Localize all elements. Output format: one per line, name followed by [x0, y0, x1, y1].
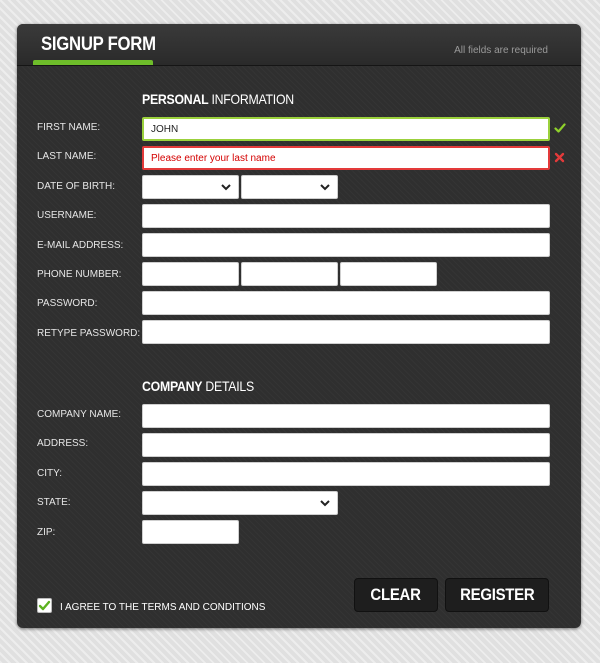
chevron-down-icon — [320, 500, 330, 507]
form-header: SIGNUP FORM All fields are required — [17, 24, 581, 66]
address-label: ADDRESS: — [37, 438, 89, 449]
personal-title-light: INFORMATION — [211, 91, 295, 107]
username-label: USERNAME: — [37, 210, 97, 221]
last-name-label: LAST NAME: — [37, 151, 97, 162]
phone-area-input[interactable] — [142, 262, 239, 286]
city-input[interactable] — [142, 462, 550, 486]
dob-month-select[interactable] — [142, 175, 239, 199]
check-icon — [554, 123, 566, 133]
retype-password-label: RETYPE PASSWORD: — [37, 328, 141, 339]
retype-password-input[interactable] — [142, 320, 550, 344]
phone-prefix-input[interactable] — [241, 262, 338, 286]
state-select[interactable] — [142, 491, 338, 515]
register-button[interactable]: REGISTER — [445, 578, 549, 612]
required-note: All fields are required — [454, 45, 548, 56]
first-name-input[interactable] — [142, 117, 550, 141]
first-name-label: FIRST NAME: — [37, 122, 101, 133]
company-title-light: DETAILS — [205, 378, 254, 394]
phone-line-input[interactable] — [340, 262, 437, 286]
register-button-label: REGISTER — [459, 585, 535, 604]
clear-button[interactable]: CLEAR — [354, 578, 438, 612]
company-name-input[interactable] — [142, 404, 550, 428]
chevron-down-icon — [320, 184, 330, 191]
password-input[interactable] — [142, 291, 550, 315]
username-input[interactable] — [142, 204, 550, 228]
terms-label: I AGREE TO THE TERMS AND CONDITIONS — [60, 602, 266, 613]
email-input[interactable] — [142, 233, 550, 257]
zip-input[interactable] — [142, 520, 239, 544]
terms-checkbox[interactable] — [37, 598, 52, 613]
company-title-bold: COMPANY — [142, 378, 203, 394]
form-title: SIGNUP FORM — [41, 34, 156, 55]
title-underline — [33, 60, 153, 65]
last-name-input[interactable] — [142, 146, 550, 170]
password-label: PASSWORD: — [37, 298, 98, 309]
check-icon — [38, 600, 51, 611]
city-label: CITY: — [37, 468, 63, 479]
company-section-title: COMPANY DETAILS — [142, 378, 254, 394]
zip-label: ZIP: — [37, 527, 56, 538]
personal-section-title: PERSONAL INFORMATION — [142, 91, 294, 107]
address-input[interactable] — [142, 433, 550, 457]
signup-form-panel: SIGNUP FORM All fields are required PERS… — [17, 24, 581, 628]
phone-label: PHONE NUMBER: — [37, 269, 122, 280]
personal-title-bold: PERSONAL — [142, 91, 209, 107]
chevron-down-icon — [221, 184, 231, 191]
dob-day-select[interactable] — [241, 175, 338, 199]
dob-label: DATE OF BIRTH: — [37, 181, 115, 192]
state-label: STATE: — [37, 497, 71, 508]
company-name-label: COMPANY NAME: — [37, 409, 122, 420]
clear-button-label: CLEAR — [370, 585, 422, 604]
error-x-icon — [554, 152, 565, 163]
email-label: E-MAIL ADDRESS: — [37, 240, 124, 251]
